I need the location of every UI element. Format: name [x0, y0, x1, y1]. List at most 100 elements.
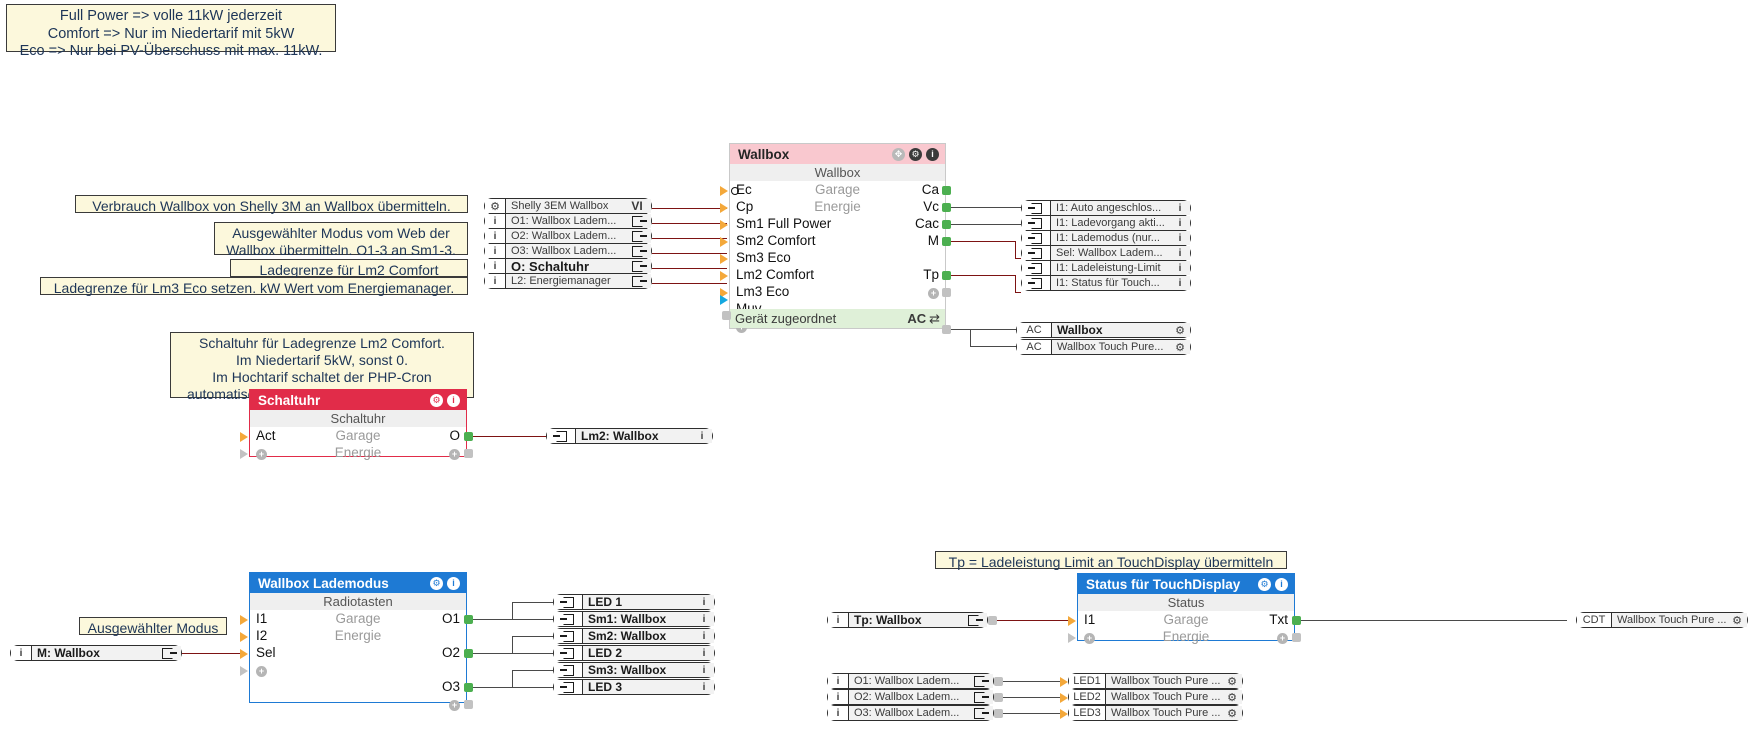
module-lademodus-header[interactable]: Wallbox Lademodus ⚙ i — [250, 573, 466, 593]
add-output-icon[interactable]: + — [1277, 633, 1288, 644]
reference-chip[interactable]: LED 3 i — [553, 679, 715, 695]
chip-left-icon[interactable] — [1022, 216, 1051, 230]
reference-chip[interactable]: LED 2 i — [553, 645, 715, 661]
module-lademodus[interactable]: Wallbox Lademodus ⚙ i Radiotasten I1 Gara… — [249, 572, 467, 711]
reference-chip[interactable]: ⚙ Shelly 3EM Wallbox VI — [484, 198, 652, 214]
chip-right-icon[interactable]: ⚙ — [1222, 690, 1242, 704]
info-icon[interactable]: i — [703, 648, 706, 659]
info-icon[interactable]: i — [926, 147, 939, 161]
chip-left-icon[interactable] — [1022, 231, 1051, 245]
output-pin-txt[interactable] — [1292, 616, 1301, 625]
chip-right-icon[interactable]: ⚙ — [1727, 613, 1747, 627]
input-pin-label[interactable]: Lm3 Eco — [730, 283, 850, 300]
reference-chip[interactable]: i M: Wallbox — [10, 645, 182, 661]
info-icon[interactable]: i — [1275, 577, 1288, 591]
gear-icon[interactable]: ⚙ — [1732, 614, 1742, 627]
reference-chip[interactable]: i O1: Wallbox Ladem... — [827, 673, 994, 689]
chip-left-icon[interactable]: ⚙ — [485, 199, 506, 213]
module-wallbox[interactable]: Wallbox ✥ ⚙ i Wallbox Ec Garage Ca Cp Energ… — [729, 143, 946, 333]
reference-chip[interactable]: i O2: Wallbox Ladem... — [827, 689, 994, 705]
reference-chip[interactable]: LED2 Wallbox Touch Pure ... ⚙ — [1068, 689, 1243, 705]
output-pin-label[interactable]: Tp — [887, 266, 945, 283]
chip-left-icon[interactable]: i — [485, 229, 506, 243]
chip-left-icon[interactable] — [1022, 201, 1051, 215]
reference-chip[interactable]: i O: Schaltuhr — [484, 258, 652, 274]
chip-out-pin[interactable] — [994, 693, 1003, 702]
input-pin-lm2[interactable] — [720, 271, 728, 281]
info-icon[interactable]: i — [837, 708, 840, 719]
info-icon[interactable]: i — [701, 431, 704, 442]
chip-left-icon[interactable]: i — [485, 274, 506, 288]
chip-right-icon[interactable] — [623, 229, 651, 243]
gear-icon[interactable]: ⚙ — [1175, 341, 1185, 354]
chip-left-icon[interactable] — [554, 612, 583, 626]
module-status-header[interactable]: Status für TouchDisplay ⚙ i — [1078, 574, 1294, 594]
chip-right-icon[interactable]: ⚙ — [1222, 674, 1242, 688]
input-pin-label[interactable]: I1 — [250, 610, 308, 627]
output-pin-o3[interactable] — [464, 683, 473, 692]
info-icon[interactable]: i — [703, 597, 706, 608]
chip-left-icon[interactable]: LED3 — [1069, 706, 1106, 720]
chip-left-icon[interactable]: AC — [1017, 340, 1052, 354]
chip-left-icon[interactable]: i — [485, 259, 506, 273]
chip-right-icon[interactable]: i — [1170, 246, 1190, 260]
chip-out-pin[interactable] — [994, 709, 1003, 718]
chip-out-pin[interactable] — [994, 677, 1003, 686]
chip-left-icon[interactable]: AC — [1017, 323, 1052, 337]
reference-chip[interactable]: LED3 Wallbox Touch Pure ... ⚙ — [1068, 705, 1243, 721]
chip-right-icon[interactable]: i — [694, 646, 714, 660]
reference-chip[interactable]: I1: Status für Touch... i — [1021, 275, 1191, 291]
info-icon[interactable]: i — [1179, 278, 1182, 289]
info-icon[interactable]: i — [494, 216, 497, 227]
chip-right-icon[interactable]: VI — [623, 199, 651, 213]
module-schaltuhr-header[interactable]: Schaltuhr ⚙ i — [250, 390, 466, 410]
add-output-icon[interactable]: + — [449, 449, 460, 460]
info-icon[interactable]: i — [837, 615, 840, 626]
input-pin-add[interactable] — [1068, 633, 1076, 643]
chip-left-icon[interactable] — [547, 429, 576, 443]
output-pin-label[interactable]: Txt — [1236, 611, 1294, 628]
output-pin-add[interactable] — [942, 288, 951, 297]
gear-icon[interactable]: ⚙ — [430, 393, 443, 407]
chip-right-icon[interactable]: i — [692, 429, 712, 443]
input-pin-sm2[interactable] — [720, 237, 728, 247]
reference-chip[interactable]: Lm2: Wallbox i — [546, 428, 713, 444]
chip-left-icon[interactable] — [554, 595, 583, 609]
chip-right-icon[interactable]: i — [1170, 201, 1190, 215]
info-icon[interactable]: i — [20, 648, 23, 659]
gear-icon[interactable]: ⚙ — [1258, 577, 1271, 591]
chip-right-icon[interactable] — [965, 690, 993, 704]
info-icon[interactable]: i — [703, 614, 706, 625]
output-pin-label[interactable]: Vc — [887, 198, 945, 215]
output-pin-tp[interactable] — [942, 271, 951, 280]
input-pin-label[interactable]: Sm2 Comfort — [730, 232, 850, 249]
info-icon[interactable]: i — [1179, 233, 1182, 244]
reference-chip[interactable]: i L2: Energiemanager — [484, 273, 652, 289]
reference-chip[interactable]: LED 1 i — [553, 594, 715, 610]
chip-right-icon[interactable]: i — [694, 663, 714, 677]
output-pin-label[interactable]: O3 — [408, 678, 466, 695]
output-pin-o[interactable] — [464, 432, 473, 441]
reference-chip[interactable]: Sel: Wallbox Ladem... i — [1021, 245, 1191, 261]
info-icon[interactable]: i — [1179, 263, 1182, 274]
chip-right-icon[interactable] — [623, 214, 651, 228]
reference-chip[interactable]: i O1: Wallbox Ladem... — [484, 213, 652, 229]
reference-chip[interactable]: LED1 Wallbox Touch Pure ... ⚙ — [1068, 673, 1243, 689]
chip-in-pin[interactable] — [1060, 693, 1068, 703]
chip-right-icon[interactable] — [959, 613, 987, 627]
chip-left-icon[interactable] — [554, 629, 583, 643]
info-icon[interactable]: i — [703, 682, 706, 693]
reference-chip[interactable]: i O3: Wallbox Ladem... — [484, 243, 652, 259]
chip-left-icon[interactable] — [554, 663, 583, 677]
chip-left-icon[interactable] — [554, 646, 583, 660]
output-pin-label[interactable]: Cac — [887, 215, 945, 232]
reference-chip[interactable]: Sm3: Wallbox i — [553, 662, 715, 678]
chip-left-icon[interactable]: CDT — [1577, 613, 1612, 627]
output-pin-add[interactable] — [464, 700, 473, 709]
output-pin-o2[interactable] — [464, 649, 473, 658]
chip-in-pin[interactable] — [1060, 677, 1068, 687]
chip-left-icon[interactable] — [1022, 246, 1051, 260]
add-output-icon[interactable]: + — [449, 700, 460, 711]
input-pin-muv[interactable] — [720, 295, 728, 305]
device-pin[interactable] — [942, 325, 951, 334]
